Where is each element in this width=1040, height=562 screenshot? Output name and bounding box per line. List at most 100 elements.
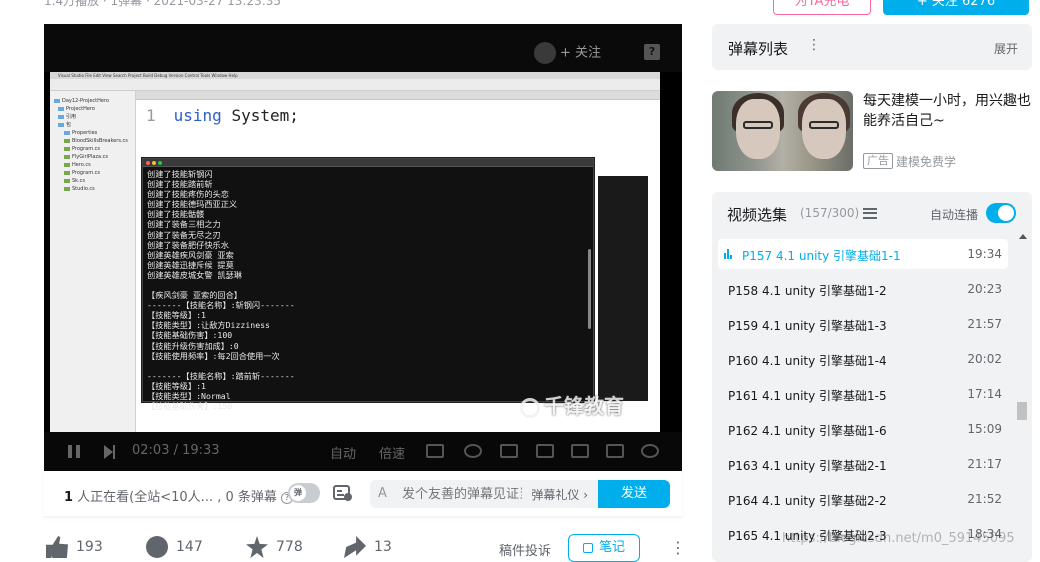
danmaku-list-title: 弹幕列表	[728, 40, 789, 58]
ide-tree-item: Program.cs	[54, 145, 131, 153]
scrollbar[interactable]	[1016, 234, 1028, 557]
terminal-window: 创建了技能斩钢闪 创建了技能踏前斩 创建了技能疼伤的头恋 创建了技能德玛西亚正义 创建了…	[142, 158, 594, 411]
terminal-line: 创建英雄迅捷斥候 提莫	[147, 259, 234, 270]
playlist-panel: 视频选集 (157/300) 自动连播 P157 4.1 unity 引擎基础1…	[712, 192, 1032, 562]
ad-title[interactable]: 每天建模一小时，用兴趣也能养活自己~	[863, 91, 1033, 131]
file-icon	[58, 122, 64, 127]
terminal-line: 【技能类型】:让敌方Dizziness	[147, 320, 270, 331]
share-button[interactable]: 13	[344, 536, 392, 558]
ide-toolbar	[50, 79, 660, 91]
webfullscreen-icon[interactable]	[606, 444, 624, 458]
playlist-count: (157/300)	[800, 206, 860, 220]
logo-icon	[520, 397, 540, 418]
playlist-item[interactable]: P162 4.1 unity 引擎基础1-6 15:09	[718, 414, 1008, 444]
danmaku-etiquette-link[interactable]: 弹幕礼仪 ›	[531, 486, 588, 503]
ide-tree-item: Day12-ProjectHero	[54, 97, 131, 105]
ide-tree-item: BloodSkillsBreakers.cs	[54, 137, 131, 145]
file-icon	[64, 178, 70, 183]
terminal-shadow	[598, 176, 648, 401]
like-icon	[46, 536, 68, 558]
terminal-line: 创建英雄疾风剑豪 亚索	[147, 249, 234, 260]
ad-thumbnail[interactable]	[712, 91, 853, 171]
font-style-icon[interactable]: A	[378, 486, 387, 501]
send-button[interactable]: 发送	[598, 480, 670, 508]
playlist-item[interactable]: P161 4.1 unity 引擎基础1-5 17:14	[718, 379, 1008, 409]
autoplay-toggle[interactable]	[986, 203, 1016, 223]
ide-tree-item: Sk.cs	[54, 177, 131, 185]
figure-glasses	[743, 121, 773, 129]
scrollbar-thumb[interactable]	[1017, 402, 1027, 420]
coin-button[interactable]: 147	[146, 536, 203, 558]
ad-card[interactable]: 每天建模一小时，用兴趣也能养活自己~ 广告 建模免费学	[712, 91, 1032, 171]
file-icon	[54, 98, 60, 103]
terminal-line: 【技能升级伤害加成】:0	[147, 340, 239, 351]
code-line: 1 using System;	[146, 106, 299, 125]
danmaku-settings-icon[interactable]	[333, 485, 353, 502]
scroll-up-icon[interactable]	[1019, 234, 1027, 239]
terminal-line: 创建了技能斩钢闪	[147, 169, 213, 179]
playing-icon	[724, 249, 734, 259]
playlist-item-duration: 17:14	[967, 387, 1002, 401]
playlist-item-duration: 19:34	[967, 247, 1002, 261]
video-player[interactable]: + 关注 ? Visual Studio File Edit View Sear…	[44, 24, 682, 471]
coin-icon	[146, 536, 168, 558]
charge-button[interactable]: 为TA充电	[773, 0, 871, 15]
danmaku-toggle-icon[interactable]	[426, 444, 444, 458]
like-button[interactable]: 193	[46, 536, 103, 558]
danmaku-bar: 1 人正在看(全站<10人... , 0 条弹幕 ? 弹 A 弹幕礼仪 › 发送	[44, 471, 682, 517]
more-icon[interactable]: ⋮	[670, 538, 686, 557]
list-view-icon[interactable]	[863, 208, 877, 219]
help-icon[interactable]: ?	[644, 44, 660, 60]
danmaku-input-box: A 弹幕礼仪 ›	[370, 480, 598, 508]
playlist-item[interactable]: P157 4.1 unity 引擎基础1-1 19:34	[718, 239, 1008, 269]
mac-menubar: Visual Studio File Edit View Search Proj…	[50, 72, 660, 79]
watching-count: 1 人正在看(全站<10人... , 0 条弹幕 ?	[64, 486, 294, 505]
pip-icon[interactable]	[536, 444, 554, 458]
avatar	[534, 42, 556, 64]
danmaku-input[interactable]	[402, 484, 522, 504]
ide-tree-item: FlyGirlPlaza.cs	[54, 153, 131, 161]
report-link[interactable]: 稿件投诉	[499, 540, 551, 559]
pause-icon[interactable]	[68, 445, 80, 458]
playlist-item[interactable]: P159 4.1 unity 引擎基础1-3 21:57	[718, 309, 1008, 339]
playlist-item[interactable]: P164 4.1 unity 引擎基础2-2 21:52	[718, 484, 1008, 514]
danmaku-list-panel[interactable]: 弹幕列表 ⋮ 展开	[712, 24, 1032, 70]
settings-icon[interactable]	[500, 444, 518, 458]
playlist-item[interactable]: P160 4.1 unity 引擎基础1-4 20:02	[718, 344, 1008, 374]
figure-face	[736, 99, 780, 159]
widescreen-icon[interactable]	[571, 444, 589, 458]
terminal-line: 【疾风剑豪 亚索的回合】	[147, 290, 242, 301]
ide-solution-explorer: Day12-ProjectHero ProjectHero 引用包 Propertie…	[50, 91, 136, 432]
playlist-item-title: P157 4.1 unity 引擎基础1-1	[742, 249, 901, 263]
ad-tag: 广告	[863, 153, 893, 169]
fullscreen-icon[interactable]	[641, 444, 659, 458]
next-icon[interactable]	[104, 445, 115, 459]
file-icon	[64, 162, 70, 167]
terminal-line: 创建了装备肥仔快乐水	[147, 239, 229, 250]
terminal-line: 【技能等级】:1	[147, 310, 206, 321]
playlist-item-duration: 20:23	[967, 282, 1002, 296]
follow-button[interactable]: + 关注 6276	[883, 0, 1029, 15]
player-follow-button[interactable]: + 关注	[534, 42, 616, 64]
maximize-icon	[158, 161, 162, 165]
playlist-item[interactable]: P158 4.1 unity 引擎基础1-2 20:23	[718, 274, 1008, 304]
time-display: 02:03 / 19:33	[132, 443, 220, 458]
expand-button[interactable]: 展开	[994, 40, 1018, 57]
playlist-item[interactable]: P163 4.1 unity 引擎基础2-1 21:17	[718, 449, 1008, 479]
file-icon	[64, 186, 70, 191]
video-frame: Visual Studio File Edit View Search Proj…	[50, 72, 660, 432]
speed-button[interactable]: 倍速	[379, 443, 405, 462]
ide-tree-item: Properties	[54, 129, 131, 137]
more-icon[interactable]: ⋮	[807, 37, 821, 53]
quality-button[interactable]: 自动	[330, 443, 356, 462]
file-icon	[64, 170, 70, 175]
note-button[interactable]: 笔记	[568, 534, 640, 562]
ide-tabs: Program.csHero.csEquip.csSkill.csStudio.…	[136, 91, 660, 109]
favorite-button[interactable]: 778	[246, 536, 303, 558]
terminal-line: 创建了装备无尽之刃	[147, 229, 221, 240]
danmaku-switch[interactable]: 弹	[288, 483, 320, 503]
volume-icon[interactable]	[464, 444, 482, 458]
ad-source[interactable]: 建模免费学	[896, 153, 956, 170]
terminal-line: 创建了技能骷髅	[147, 209, 205, 220]
terminal-line: 创建英雄皮城女警 凯瑟琳	[147, 269, 242, 280]
